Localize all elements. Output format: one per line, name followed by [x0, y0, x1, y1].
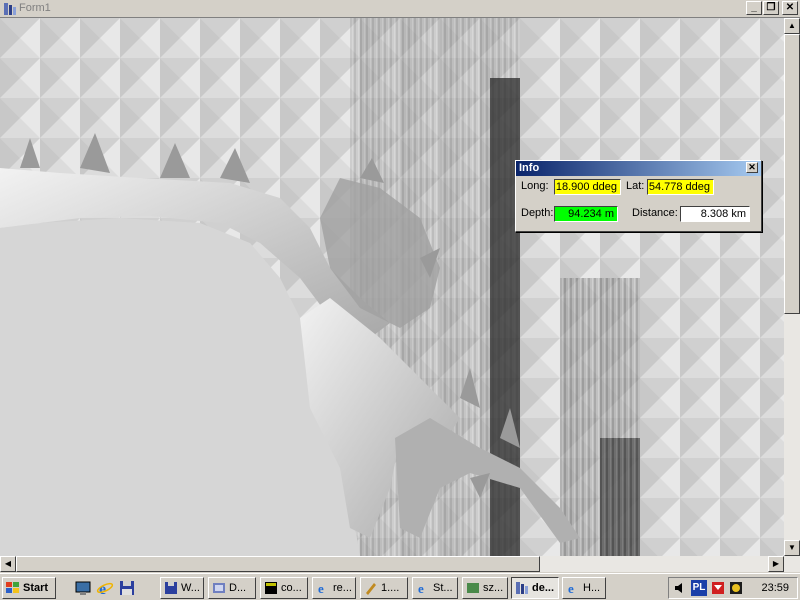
distance-label: Distance:	[632, 207, 678, 219]
taskbar-task-4[interactable]: e re...	[312, 577, 356, 599]
taskbar-task-8-active[interactable]: de...	[511, 577, 559, 599]
taskbar-task-2[interactable]: D...	[208, 577, 256, 599]
tray-app-icon[interactable]	[729, 581, 743, 595]
horizontal-scroll-thumb[interactable]	[16, 556, 540, 572]
ie-icon[interactable]: e	[96, 579, 114, 597]
speaker-icon[interactable]	[673, 581, 687, 595]
scroll-left-button[interactable]: ◀	[0, 556, 16, 572]
app-icon	[467, 583, 479, 593]
antivirus-icon[interactable]	[711, 581, 725, 595]
disk-icon[interactable]	[118, 579, 136, 597]
taskbar-task-5[interactable]: 1....	[360, 577, 408, 599]
taskbar-task-7[interactable]: sz...	[462, 577, 508, 599]
info-titlebar[interactable]: Info ✕	[516, 161, 761, 176]
distance-value: 8.308 km	[680, 206, 750, 222]
relief-image	[0, 18, 784, 556]
start-label: Start	[23, 582, 49, 594]
taskbar: Start e W... D... co... e re... 1.... e …	[0, 573, 800, 600]
long-value: 18.900 ddeg	[554, 179, 621, 195]
bathymetry-map[interactable]: Info ✕ Long: 18.900 ddeg Lat: 54.778 dde…	[0, 18, 784, 556]
restore-button[interactable]: ❐	[763, 1, 779, 15]
windows-logo-icon	[6, 582, 19, 593]
info-panel[interactable]: Info ✕ Long: 18.900 ddeg Lat: 54.778 dde…	[515, 160, 762, 232]
task-label: St...	[433, 582, 453, 594]
task-label: D...	[229, 582, 247, 594]
info-title: Info	[519, 162, 540, 174]
task-label: co...	[281, 582, 302, 594]
depth-value: 94.234 m	[554, 206, 618, 222]
taskbar-task-3[interactable]: co...	[260, 577, 308, 599]
lat-label: Lat:	[626, 180, 645, 192]
ie-icon: e	[318, 581, 324, 595]
disk-icon	[165, 582, 177, 594]
depth-label: Depth:	[521, 207, 554, 219]
app-icon	[516, 582, 528, 594]
language-indicator[interactable]: PL	[691, 580, 707, 596]
close-button[interactable]: ✕	[782, 1, 798, 15]
svg-text:e: e	[99, 581, 106, 597]
task-label: de...	[532, 582, 555, 594]
desktop-icon[interactable]	[74, 579, 92, 597]
app-icon	[4, 3, 16, 15]
vertical-scroll-thumb[interactable]	[784, 34, 800, 314]
info-close-button[interactable]: ✕	[746, 162, 758, 173]
minimize-button[interactable]: _	[746, 1, 762, 15]
svg-text:e: e	[568, 581, 574, 595]
window-title: Form1	[19, 2, 51, 14]
taskbar-task-6[interactable]: e St...	[412, 577, 458, 599]
clock: 23:59	[761, 582, 789, 594]
system-tray: PL 23:59	[668, 577, 798, 599]
task-label: W...	[181, 582, 200, 594]
scroll-down-button[interactable]: ▼	[784, 540, 800, 556]
scroll-right-button[interactable]: ▶	[768, 556, 784, 572]
tool-icon	[366, 583, 376, 595]
ie-icon: e	[418, 581, 424, 595]
window-titlebar[interactable]: Form1 _ ❐ ✕	[0, 0, 800, 18]
horizontal-scrollbar[interactable]: ◀ ▶	[0, 556, 800, 572]
ie-icon: e	[568, 581, 574, 595]
task-label: 1....	[381, 582, 400, 594]
console-icon	[265, 582, 277, 594]
vertical-scrollbar[interactable]: ▲ ▼	[784, 18, 800, 556]
task-label: sz...	[483, 582, 504, 594]
taskbar-task-9[interactable]: e H...	[562, 577, 606, 599]
svg-text:e: e	[318, 581, 324, 595]
taskbar-task-1[interactable]: W...	[160, 577, 204, 599]
svg-text:e: e	[418, 581, 424, 595]
scroll-up-button[interactable]: ▲	[784, 18, 800, 34]
start-button[interactable]: Start	[2, 577, 56, 599]
task-label: H...	[583, 582, 601, 594]
long-label: Long:	[521, 180, 549, 192]
app-icon	[213, 583, 225, 593]
lat-value: 54.778 ddeg	[647, 179, 714, 195]
task-label: re...	[333, 582, 352, 594]
